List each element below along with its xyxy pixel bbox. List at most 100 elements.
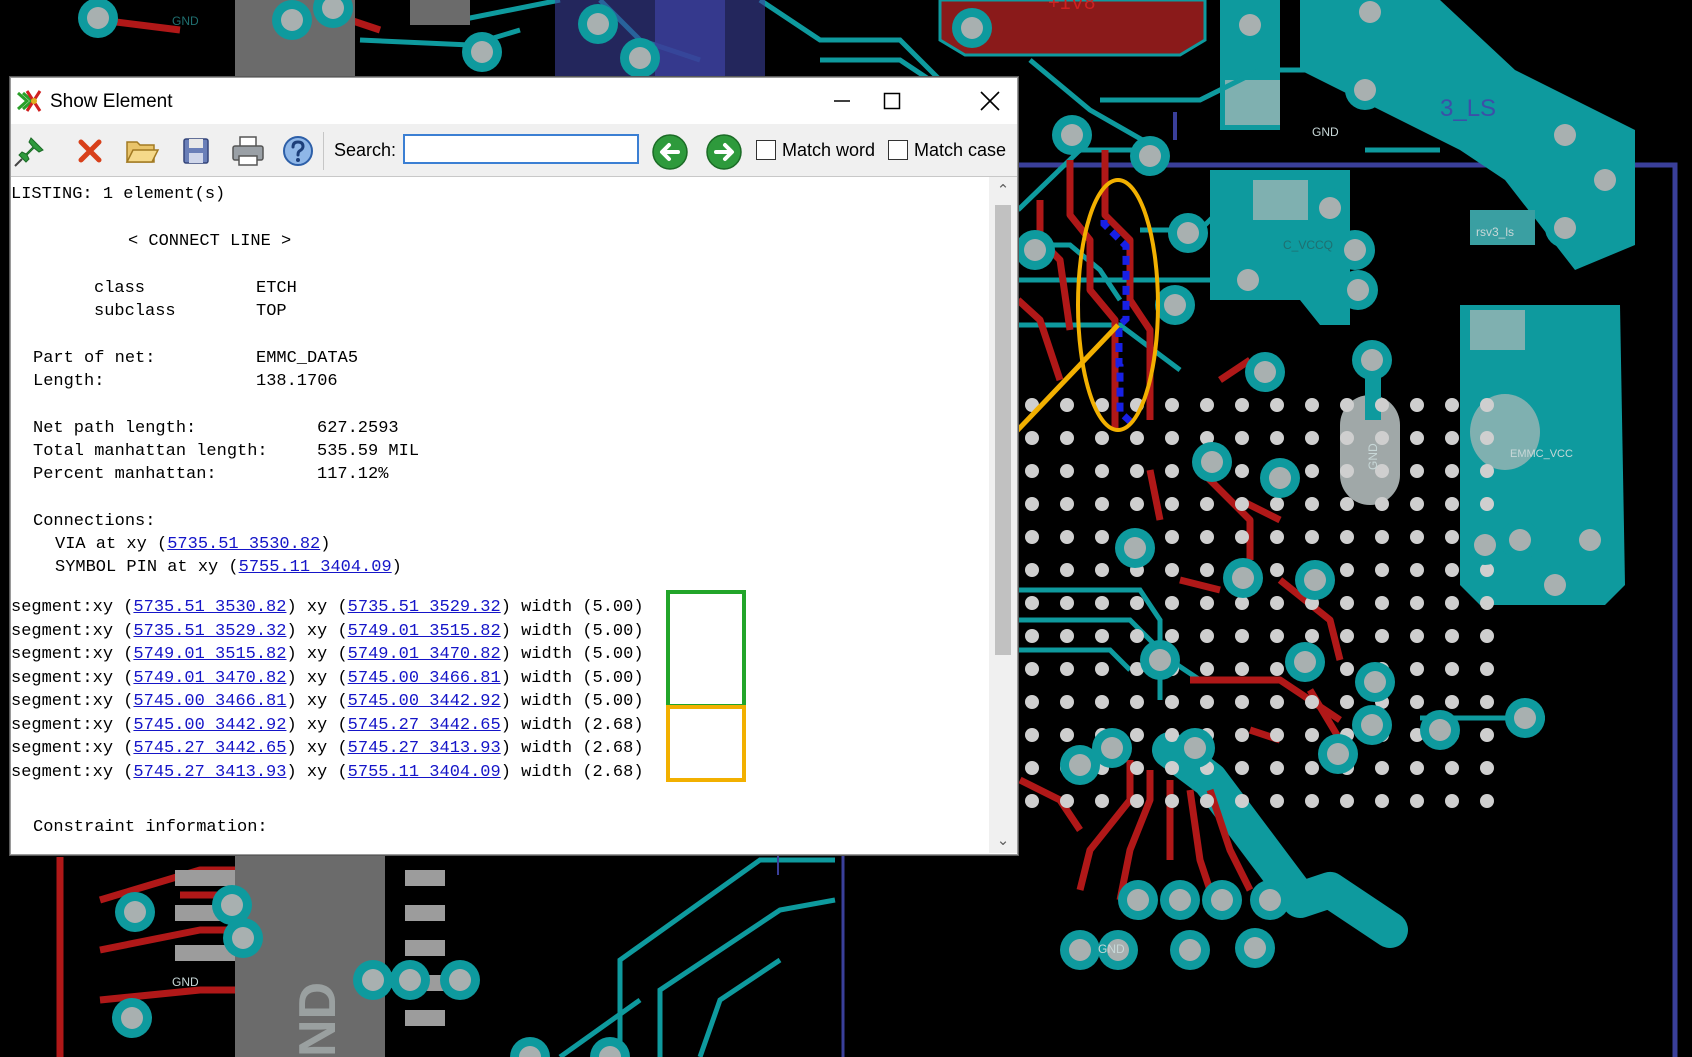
connections-label: Connections: (33, 512, 156, 531)
pcb-label-vccq: C_VCCQ (1283, 238, 1334, 252)
close-button[interactable] (965, 78, 1015, 124)
via-dot (1025, 431, 1039, 445)
via-hole (1101, 737, 1123, 759)
segment-to-link[interactable]: 5745.00 3466.81 (348, 669, 501, 688)
segment-to-link[interactable]: 5745.27 3413.93 (348, 739, 501, 758)
connection-coord-link[interactable]: 5755.11 3404.09 (239, 558, 392, 577)
match-word-label[interactable]: Match word (782, 140, 875, 161)
via-dot (1200, 596, 1214, 610)
via-dot (1445, 497, 1459, 511)
via-hole (87, 7, 109, 29)
vertical-scrollbar[interactable]: ⌃ ⌄ (989, 177, 1017, 853)
segment-to-link[interactable]: 5755.11 3404.09 (348, 763, 501, 782)
via-hole (362, 969, 384, 991)
listing-content[interactable]: LISTING: 1 element(s) < CONNECT LINE > c… (11, 177, 989, 853)
via-dot (1410, 629, 1424, 643)
via-dot (1165, 761, 1179, 775)
scroll-down-icon[interactable]: ⌄ (989, 827, 1017, 853)
pcb-label-rsv3: rsv3_ls (1476, 225, 1515, 239)
segment-close: ) (633, 692, 644, 711)
via-hole (1239, 14, 1261, 36)
search-next-icon[interactable] (705, 133, 743, 171)
via-dot (1480, 794, 1494, 808)
segment-from-link[interactable]: 5745.00 3466.81 (133, 692, 286, 711)
via-dot (1025, 563, 1039, 577)
close-icon (980, 91, 1000, 111)
match-word-checkbox[interactable] (756, 140, 776, 160)
via-hole (399, 969, 421, 991)
via-dot (1200, 398, 1214, 412)
via-dot (1340, 695, 1354, 709)
help-button[interactable] (279, 132, 317, 170)
title-bar[interactable]: Show Element (11, 78, 1017, 124)
segment-width-label: ) width ( (500, 621, 593, 641)
print-button[interactable] (229, 132, 267, 170)
via-dot (1270, 728, 1284, 742)
segment-from-link[interactable]: 5745.00 3442.92 (133, 716, 286, 735)
via-dot (1375, 563, 1389, 577)
via-dot (1235, 431, 1249, 445)
via-dot (1165, 398, 1179, 412)
match-case-checkbox[interactable] (888, 140, 908, 160)
via-dot (1165, 530, 1179, 544)
segment-from-link[interactable]: 5749.01 3470.82 (133, 669, 286, 688)
via-dot (1095, 794, 1109, 808)
toolbar: Search: Match word Match case (11, 124, 1017, 177)
via-dot (1200, 695, 1214, 709)
via-dot (1025, 662, 1039, 676)
open-button[interactable] (123, 132, 161, 170)
via-dot (1095, 662, 1109, 676)
minimize-button[interactable] (817, 78, 867, 124)
segment-to-link[interactable]: 5745.00 3442.92 (348, 692, 501, 711)
segment-width-label: ) width ( (500, 692, 593, 711)
segment-to-link[interactable]: 5745.27 3442.65 (348, 716, 501, 735)
via-hole (1594, 169, 1616, 191)
via-dot (1235, 398, 1249, 412)
via-dot (1340, 398, 1354, 412)
via-dot (1165, 464, 1179, 478)
save-button[interactable] (177, 132, 215, 170)
segment-width-label: ) width ( (500, 598, 593, 617)
via-dot (1235, 596, 1249, 610)
segment-width-value: 5.00 (592, 621, 634, 641)
via-dot (1235, 761, 1249, 775)
via-dot (1445, 563, 1459, 577)
scroll-up-icon[interactable]: ⌃ (989, 177, 1017, 203)
via-dot (1375, 596, 1389, 610)
segment-from-link[interactable]: 5745.27 3442.65 (133, 739, 286, 758)
via-dot (1130, 695, 1144, 709)
via-dot (1305, 431, 1319, 445)
segment-from-link[interactable]: 5745.27 3413.93 (133, 763, 286, 782)
connection-coord-link[interactable]: 5735.51 3530.82 (167, 535, 320, 554)
maximize-button[interactable] (867, 78, 917, 124)
segment-to-link[interactable]: 5735.51 3529.32 (348, 598, 501, 617)
search-previous-icon[interactable] (651, 133, 689, 171)
segment-xy-label: ) xy ( (286, 692, 348, 711)
segment-from-link[interactable]: 5749.01 3515.82 (133, 645, 286, 664)
delete-button[interactable] (71, 132, 109, 170)
segment-from-link[interactable]: 5735.51 3529.32 (133, 622, 286, 641)
via-dot (1200, 497, 1214, 511)
via-hole (1294, 651, 1316, 673)
show-element-window[interactable]: Show Element Search: Match word Match ca… (10, 77, 1018, 855)
via-hole (232, 927, 254, 949)
via-hole (1139, 145, 1161, 167)
match-case-label[interactable]: Match case (914, 140, 1006, 161)
via-dot (1060, 728, 1074, 742)
via-hole (1184, 737, 1206, 759)
segment-label: segment:xy ( (11, 598, 134, 617)
segment-to-link[interactable]: 5749.01 3515.82 (348, 622, 501, 641)
scrollbar-thumb[interactable] (995, 205, 1011, 655)
via-dot (1235, 497, 1249, 511)
window-title: Show Element (50, 91, 173, 112)
segment-xy-label: ) xy ( (286, 598, 348, 617)
pcb-label-gnd: GND (1098, 942, 1125, 956)
pcb-label-gnd: GND (1366, 443, 1380, 470)
search-input[interactable] (403, 134, 639, 164)
segment-to-link[interactable]: 5749.01 3470.82 (348, 645, 501, 664)
segment-from-link[interactable]: 5735.51 3530.82 (133, 598, 286, 617)
via-dot (1060, 563, 1074, 577)
pin-button[interactable] (11, 132, 49, 170)
connection-line: SYMBOL PIN at xy (5755.11 3404.09) (55, 556, 402, 579)
via-dot (1480, 728, 1494, 742)
